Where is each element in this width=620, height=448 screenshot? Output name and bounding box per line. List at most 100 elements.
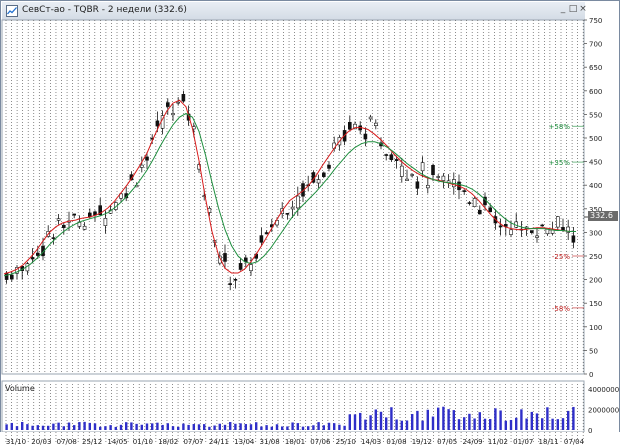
candle-body (140, 164, 144, 168)
candle-body (30, 257, 35, 260)
level-annotation: -58% (552, 305, 570, 313)
x-tick-label: 07/07 (183, 438, 203, 446)
candle-body (373, 122, 378, 126)
volume-bar (161, 424, 164, 430)
volume-bar (88, 422, 91, 430)
volume-bar (41, 425, 45, 430)
y-tick-label: 600 (589, 88, 602, 96)
volume-bar (104, 426, 107, 430)
x-tick-label: 25/12 (82, 438, 102, 446)
volume-bar (416, 410, 419, 430)
volume-bar (374, 409, 377, 430)
candle-body (264, 232, 269, 235)
volume-bar (275, 424, 279, 430)
volume-bar (395, 419, 398, 430)
y-tick-label: 750 (589, 17, 602, 25)
volume-bar (473, 418, 476, 430)
volume-bar (145, 423, 149, 430)
candle-body (181, 94, 186, 102)
volume-bar (21, 421, 24, 430)
y-tick-label: 500 (589, 135, 602, 143)
candle-body (529, 230, 534, 233)
volume-bar (36, 425, 39, 430)
candle-body (145, 156, 149, 161)
candle-body (327, 164, 331, 169)
candle-body (238, 263, 243, 270)
y-tick-label: 650 (589, 64, 602, 72)
volume-bar (52, 423, 55, 430)
candle-body (103, 218, 108, 226)
volume-bar (125, 422, 128, 430)
candle-body (176, 101, 180, 104)
volume-bar (177, 426, 180, 430)
volume-bar (504, 420, 507, 430)
candle-body (488, 207, 493, 213)
volume-bar (78, 422, 81, 430)
candle-body (462, 190, 467, 192)
candle-body (82, 225, 87, 230)
candle-body (51, 237, 56, 239)
volume-bar (15, 426, 19, 430)
candle-body (244, 257, 248, 263)
volume-bar (171, 426, 175, 430)
volume-bar (281, 426, 284, 430)
x-tick-label: 01/08 (386, 438, 406, 446)
volume-bar (265, 425, 268, 430)
volume-bar (114, 426, 117, 430)
candle-body (223, 253, 227, 262)
y-tick-label: 50 (589, 347, 598, 355)
volume-bar (218, 423, 221, 430)
volume-bar (57, 422, 60, 430)
volume-bar (489, 419, 492, 430)
candle-body (166, 102, 170, 107)
candle-body (249, 264, 253, 272)
volume-bar (390, 407, 393, 430)
candle-body (498, 225, 503, 228)
volume-bar (93, 423, 97, 430)
volume-bar (249, 424, 253, 430)
volume-bar (463, 417, 466, 430)
x-tick-label: 14/03 (361, 438, 381, 446)
y-tick-label: 100 (589, 324, 602, 332)
x-tick-label: 14/05 (107, 438, 127, 446)
volume-bar (62, 426, 65, 430)
volume-bar (187, 424, 190, 430)
volume-tick-label: 2000000 (588, 407, 619, 415)
volume-bar (468, 413, 471, 430)
volume-bar (442, 406, 445, 430)
volume-bar (437, 407, 440, 430)
volume-bar (99, 426, 102, 430)
candle-body (171, 113, 175, 116)
y-tick-label: 250 (589, 253, 602, 261)
volume-bar (182, 423, 185, 430)
volume-bar (307, 426, 310, 430)
volume-bar (151, 423, 154, 430)
volume-bar (301, 426, 305, 430)
volume-bar (364, 419, 367, 430)
candle-body (555, 216, 560, 228)
volume-bar (515, 417, 518, 430)
volume-bar (255, 422, 258, 430)
candle-body (405, 178, 409, 181)
volume-bar (26, 424, 29, 430)
volume-bar (135, 423, 138, 430)
volume-bar (483, 418, 487, 430)
volume-bar (520, 409, 523, 430)
volume-bar (400, 420, 403, 430)
candle-body (410, 174, 415, 176)
candle-body (285, 213, 290, 215)
volume-bar (322, 425, 325, 430)
candle-body (571, 235, 576, 243)
level-annotation: -25% (552, 253, 570, 261)
candle-body (415, 181, 420, 189)
y-tick-label: 300 (589, 229, 602, 237)
candle-body (61, 224, 66, 228)
volume-bar (385, 417, 388, 430)
y-tick-label: 700 (589, 41, 602, 49)
volume-bar (312, 425, 315, 430)
y-tick-label: 450 (589, 159, 602, 167)
candle-body (509, 229, 513, 235)
x-tick-label: 24/11 (209, 438, 229, 446)
volume-bar (327, 422, 331, 430)
x-tick-label: 31/08 (260, 438, 280, 446)
